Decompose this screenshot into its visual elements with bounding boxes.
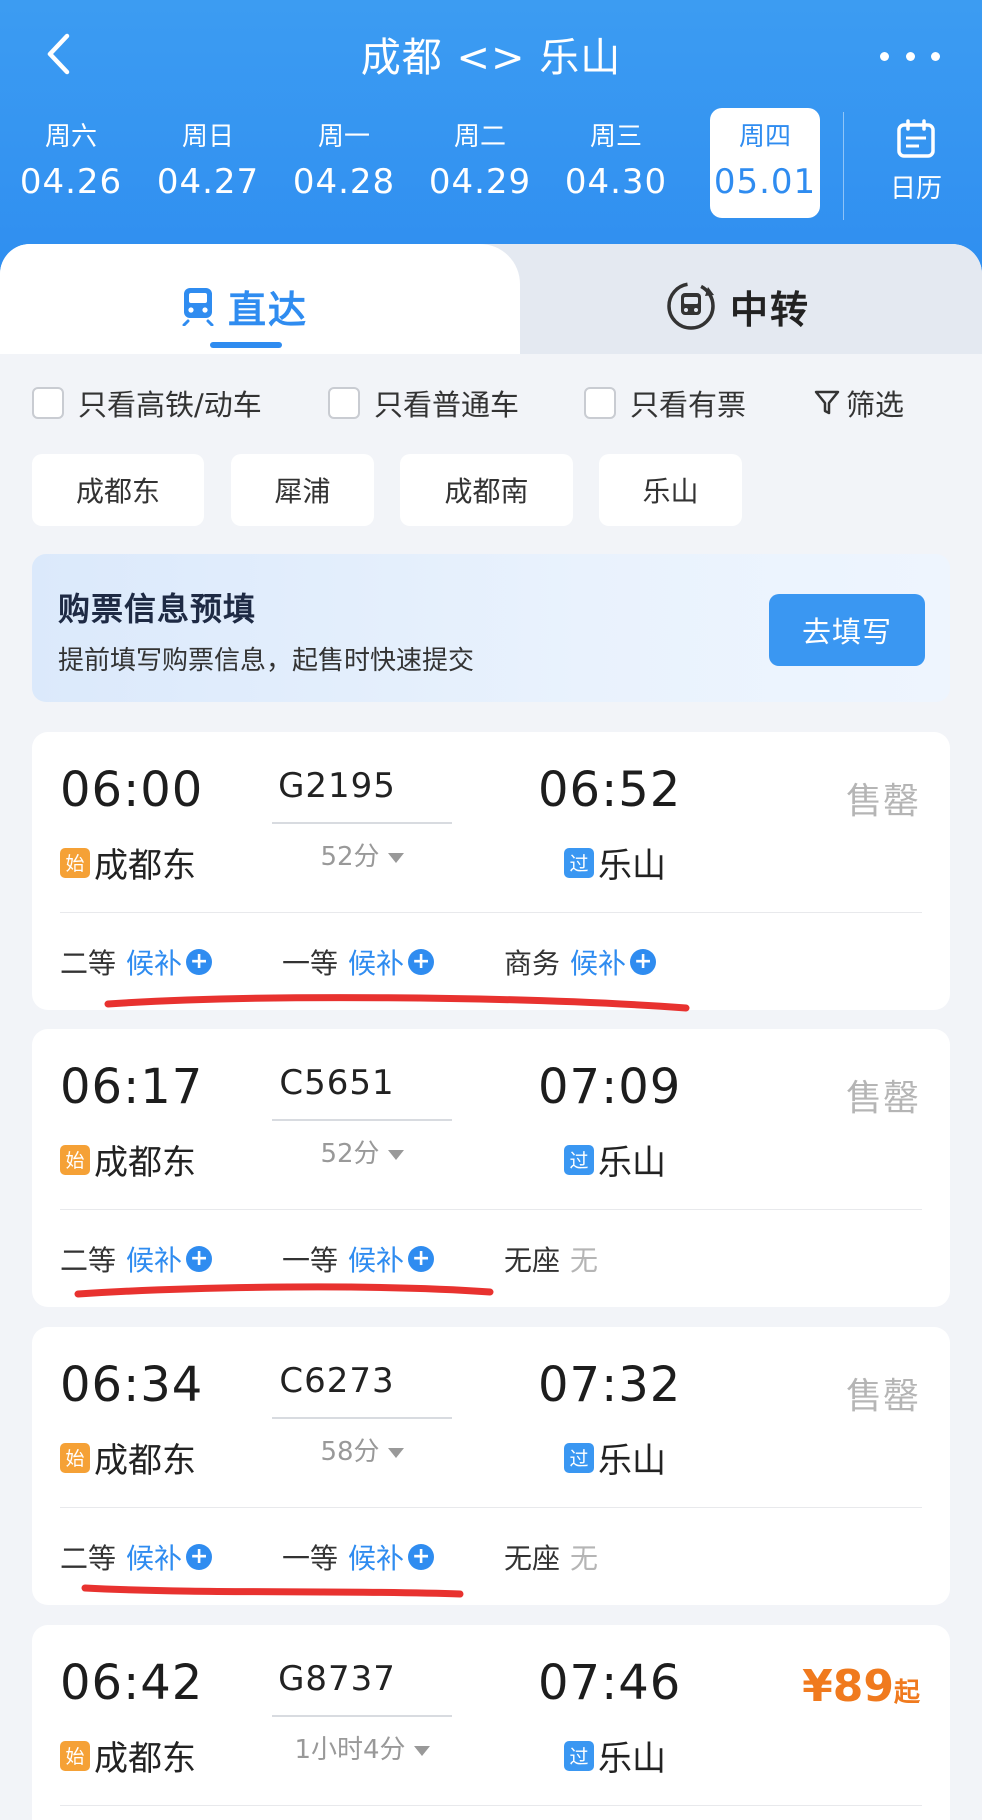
annotation-underline: [74, 994, 690, 1598]
